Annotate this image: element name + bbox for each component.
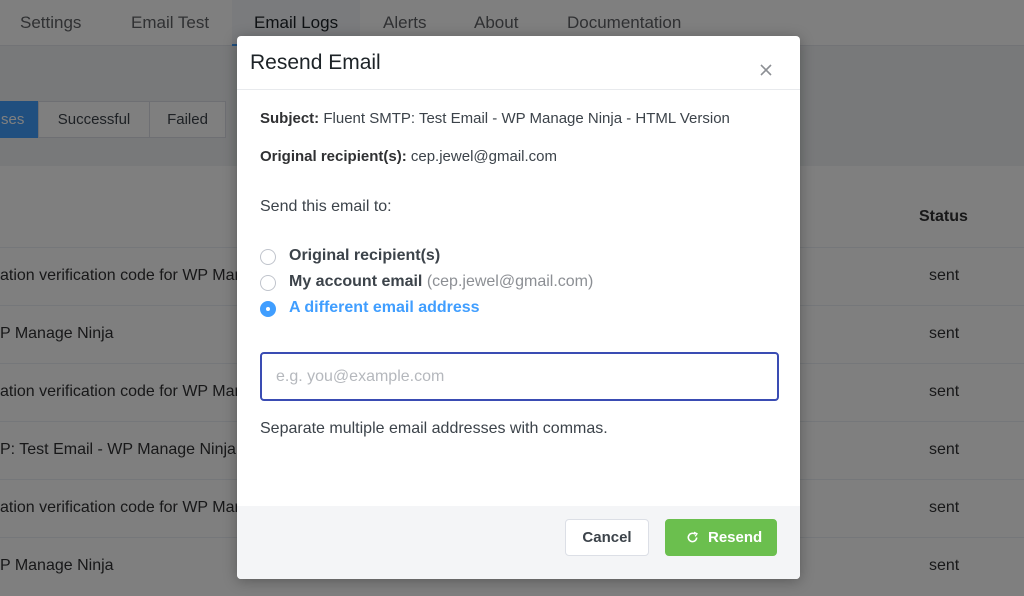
subject-line: Subject: Fluent SMTP: Test Email - WP Ma… [260,110,730,127]
resend-button[interactable]: Resend [665,519,777,556]
resend-email-dialog: Resend Email Subject: Fluent SMTP: Test … [237,36,800,579]
recipient-value: cep.jewel@gmail.com [410,148,557,165]
radio-label: Original recipient(s) [289,247,441,264]
help-text: Separate multiple email addresses with c… [260,420,608,437]
recipient-line: Original recipient(s): cep.jewel@gmail.c… [260,148,557,165]
refresh-icon [687,531,698,543]
resend-label: Resend [708,529,763,546]
dialog-footer: Cancel Resend [237,506,800,579]
subject-label: Subject: [260,110,320,127]
close-icon[interactable] [755,59,777,81]
dialog-header: Resend Email [237,36,800,90]
recipient-label: Original recipient(s): [260,148,407,165]
email-address-input[interactable] [260,352,779,401]
radio-label: My account email [289,273,423,290]
account-email-hint: (cep.jewel@gmail.com) [426,273,594,290]
radio-button-checked-icon [260,301,276,317]
cancel-button[interactable]: Cancel [565,519,649,556]
subject-value: Fluent SMTP: Test Email - WP Manage Ninj… [323,110,730,127]
radio-button-icon [260,275,276,291]
radio-button-icon [260,249,276,265]
dialog-title: Resend Email [250,51,381,74]
radio-label: A different email address [289,299,480,316]
send-to-label: Send this email to: [260,198,392,215]
